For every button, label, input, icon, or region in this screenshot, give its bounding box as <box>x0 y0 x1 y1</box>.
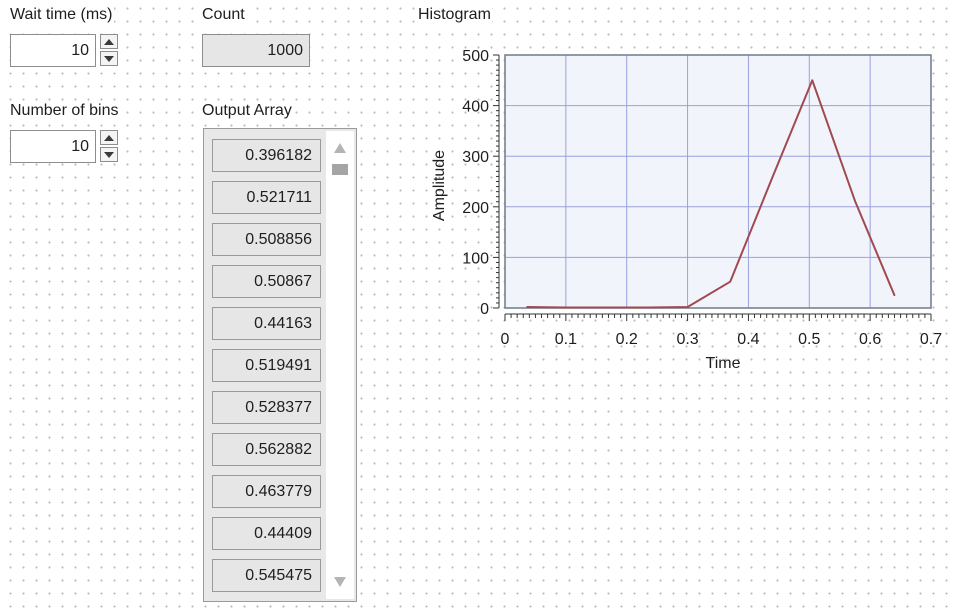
data-point <box>893 294 896 297</box>
data-point <box>686 306 689 308</box>
x-tick-label: 0.6 <box>859 331 881 348</box>
data-point <box>854 199 856 202</box>
x-tick-label: 0 <box>501 331 510 348</box>
data-point <box>647 306 649 309</box>
y-tick-label: 0 <box>480 301 489 318</box>
data-point <box>526 306 528 308</box>
x-tick-label: 0.3 <box>676 331 698 348</box>
y-tick-label: 400 <box>462 99 489 116</box>
data-point <box>729 280 731 283</box>
x-tick-label: 0.2 <box>616 331 638 348</box>
y-axis-title: Amplitude <box>431 150 448 221</box>
x-tick-label: 0.1 <box>555 331 577 348</box>
y-tick-label: 200 <box>462 200 489 217</box>
y-tick-label: 100 <box>462 250 489 267</box>
data-point <box>811 79 814 82</box>
data-point <box>607 306 610 309</box>
y-tick-label: 300 <box>462 149 489 166</box>
plot-area <box>505 55 931 308</box>
y-tick-label: 500 <box>462 48 489 65</box>
data-point <box>565 306 567 309</box>
x-tick-label: 0.5 <box>798 331 820 348</box>
x-tick-label: 0.7 <box>920 331 942 348</box>
data-point <box>771 175 774 178</box>
histogram-chart: 0 100 200 300 400 500 0 0.1 0.2 0.3 0.4 0.5 0.6 0.7 Ti… <box>431 48 942 372</box>
x-tick-label: 0.4 <box>737 331 759 348</box>
x-axis-title: Time <box>706 355 741 372</box>
